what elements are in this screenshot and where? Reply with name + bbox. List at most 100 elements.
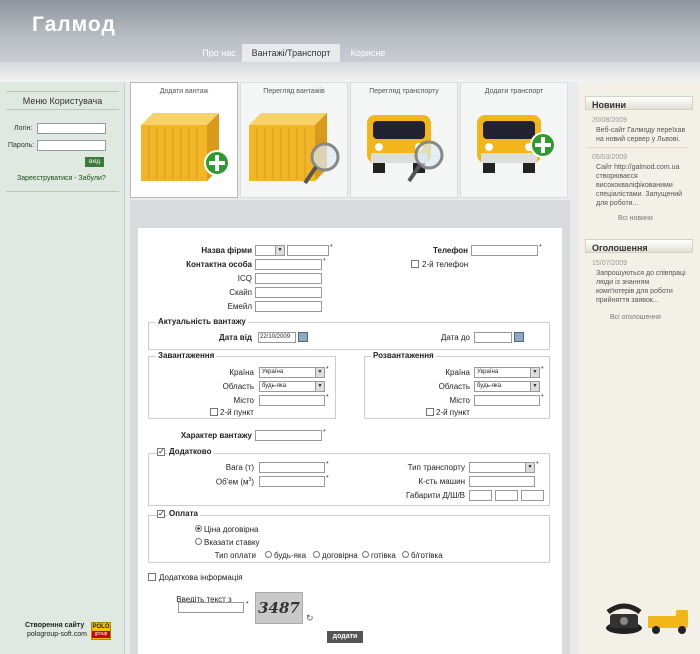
date-from-input[interactable]: 22/10/2009: [258, 332, 296, 343]
ad-text[interactable]: Запрошуються до співпраці люди із знання…: [596, 269, 686, 305]
payment-type-any-radio[interactable]: [265, 551, 272, 558]
ads-title: Оголошення: [585, 239, 693, 253]
main-nav: Про нас Вантажі/Транспорт Корисне: [0, 44, 700, 62]
news-text[interactable]: Веб-сайт Галмоду переїхав на новий серве…: [596, 126, 686, 144]
unloading-country-select[interactable]: Україна ▼: [474, 367, 540, 378]
unloading-region-select[interactable]: будь-яка ▼: [474, 381, 540, 392]
phone-label: Телефон: [433, 246, 468, 255]
tile-view-transport[interactable]: Перегляд транспорту: [350, 82, 458, 198]
nav-item-cargo-transport[interactable]: Вантажі/Транспорт: [242, 44, 340, 62]
unloading-point2-checkbox[interactable]: [426, 408, 434, 416]
tile-add-transport[interactable]: Додати транспорт: [460, 82, 568, 198]
calendar-icon[interactable]: [298, 332, 308, 342]
developer-link[interactable]: pologroup-soft.com: [27, 631, 87, 638]
date-to-input[interactable]: [474, 332, 512, 343]
firm-name-input[interactable]: [287, 245, 329, 256]
width-input[interactable]: [495, 490, 518, 501]
calendar-icon[interactable]: [514, 332, 524, 342]
loading-region-label: Область: [222, 382, 254, 391]
weight-input[interactable]: [259, 462, 325, 473]
required-mark: *: [541, 366, 544, 373]
loading-country-label: Країна: [229, 368, 254, 377]
phone-input[interactable]: [471, 245, 538, 256]
required-mark: *: [246, 601, 249, 608]
chevron-down-icon: ▼: [530, 382, 539, 391]
unloading-city-label: Місто: [449, 396, 470, 405]
payment-type-negotiable-radio[interactable]: [313, 551, 320, 558]
volume-input[interactable]: [259, 476, 325, 487]
header: Галмод Про нас Вантажі/Транспорт Корисне: [0, 0, 700, 62]
register-link[interactable]: Зареєструватися: [17, 175, 72, 182]
unloading-point2-label: 2-й пункт: [436, 408, 470, 417]
price-negotiable-radio[interactable]: [195, 525, 202, 532]
link-separator: -: [74, 175, 77, 182]
news-title: Новини: [585, 96, 693, 110]
unloading-city-input[interactable]: [474, 395, 540, 406]
site-logo[interactable]: Галмод: [32, 13, 116, 37]
set-rate-radio[interactable]: [195, 538, 202, 545]
password-label: Пароль:: [8, 142, 35, 149]
payment-type-cash-radio[interactable]: [362, 551, 369, 558]
required-mark: *: [326, 366, 329, 373]
login-input[interactable]: [37, 123, 106, 134]
truck-count-label: К-сть машин: [418, 477, 465, 486]
unloading-country-label: Країна: [445, 368, 470, 377]
all-ads-link[interactable]: Всі оголошення: [610, 314, 661, 321]
forgot-link[interactable]: Забули?: [79, 175, 106, 182]
truck-count-input[interactable]: [469, 476, 535, 487]
required-mark: *: [536, 461, 539, 468]
date-from-label: Дата від: [219, 333, 252, 342]
news-text[interactable]: Сайт http://galmod.com.ua створюваєся ви…: [596, 163, 686, 208]
loading-city-label: Місто: [233, 396, 254, 405]
loading-point2-label: 2-й пункт: [220, 408, 254, 417]
unloading-title: Розвантаження: [371, 351, 436, 360]
chevron-down-icon: ▼: [315, 368, 324, 377]
dimensions-label: Габарити Д/Ш/В: [406, 491, 465, 500]
select-value: будь-яка: [262, 383, 287, 389]
tile-label: Додати вантаж: [159, 88, 209, 95]
ad-date: 15/07/2009: [592, 260, 628, 267]
created-by-label: Створення сайту: [25, 622, 85, 629]
loading-region-select[interactable]: будь-яка ▼: [259, 381, 325, 392]
payment-type-negotiable-label: договірна: [322, 551, 358, 560]
polo-logo[interactable]: POLO group: [91, 622, 111, 640]
tile-view-cargo[interactable]: Перегляд вантажів: [240, 82, 348, 198]
firm-label: Назва фірми: [201, 246, 252, 255]
extra-checkbox[interactable]: ✓: [157, 448, 165, 456]
captcha-input[interactable]: [178, 602, 244, 613]
email-input[interactable]: [255, 301, 322, 312]
refresh-captcha-icon[interactable]: ↻: [306, 613, 314, 624]
transport-type-label: Тип транспорту: [407, 463, 465, 472]
all-news-link[interactable]: Всі новини: [618, 215, 653, 222]
nav-item-useful[interactable]: Корисне: [342, 44, 394, 62]
tile-add-cargo[interactable]: Додати вантаж: [130, 82, 238, 198]
firm-type-select[interactable]: ▼: [255, 245, 285, 256]
select-value: Україна: [477, 369, 499, 375]
volume-label-close: ): [251, 477, 254, 487]
second-phone-checkbox[interactable]: [411, 260, 419, 268]
unloading-region-label: Область: [438, 382, 470, 391]
password-input[interactable]: [37, 140, 106, 151]
price-negotiable-label: Ціна договірна: [204, 525, 259, 534]
truck-search-icon: [367, 115, 444, 183]
nav-item-about[interactable]: Про нас: [191, 44, 247, 62]
cargo-type-input[interactable]: [255, 430, 322, 441]
icq-input[interactable]: [255, 273, 322, 284]
submit-button[interactable]: додати: [327, 631, 363, 643]
loading-country-select[interactable]: Україна ▼: [259, 367, 325, 378]
loading-point2-checkbox[interactable]: [210, 408, 218, 416]
payment-type-noncash-label: б/готівка: [411, 551, 443, 560]
more-info-checkbox[interactable]: [148, 573, 156, 581]
contact-input[interactable]: [255, 259, 322, 270]
skype-input[interactable]: [255, 287, 322, 298]
select-value: Україна: [262, 369, 284, 375]
height-input[interactable]: [521, 490, 544, 501]
phone-truck-icon: [606, 603, 688, 634]
length-input[interactable]: [469, 490, 492, 501]
login-button[interactable]: вхід: [85, 157, 104, 167]
payment-checkbox[interactable]: ✓: [157, 510, 165, 518]
transport-type-select[interactable]: ▼: [469, 462, 535, 473]
loading-city-input[interactable]: [259, 395, 325, 406]
payment-type-noncash-radio[interactable]: [402, 551, 409, 558]
required-mark: *: [541, 394, 544, 401]
